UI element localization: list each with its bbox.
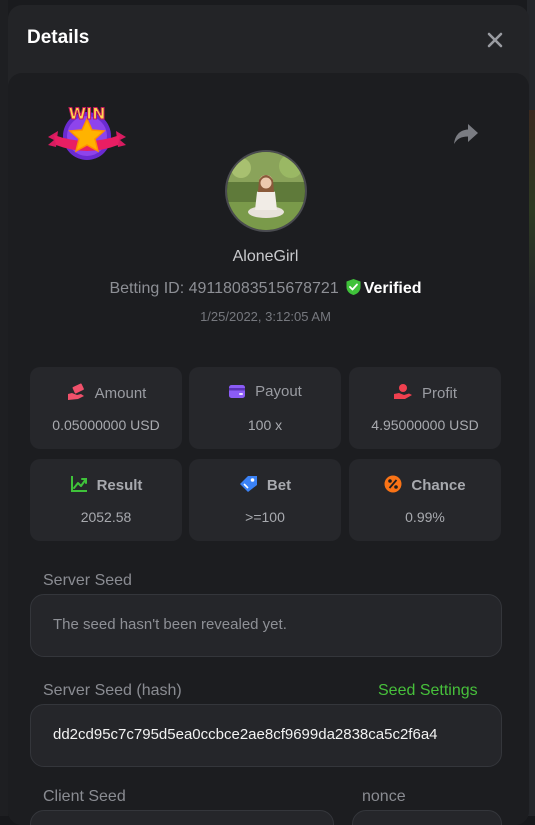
bet-details-panel: WIN AloneGirl Betting ID: 49118083515678… [8, 73, 529, 825]
user-avatar [225, 150, 307, 232]
betting-id-label: Betting ID: [109, 280, 185, 297]
stat-payout-value: 100 x [247, 417, 283, 433]
seed-settings-link[interactable]: Seed Settings [378, 682, 478, 700]
client-seed-field[interactable] [30, 810, 334, 825]
server-seed-field: The seed hasn't been revealed yet. [30, 594, 502, 657]
username: AloneGirl [232, 248, 299, 265]
backdrop-left-edge [0, 0, 8, 816]
stat-bet-label: Bet [266, 477, 292, 494]
betting-id-value: 49118083515678721 [188, 280, 339, 297]
server-seed-hash-label: Server Seed (hash) [43, 682, 182, 699]
stat-amount-label: Amount [94, 385, 147, 402]
percent-icon [384, 475, 402, 493]
client-seed-label: Client Seed [43, 788, 126, 805]
nonce-label: nonce [362, 788, 406, 805]
close-icon[interactable] [484, 29, 506, 51]
stat-card-amount: Amount 0.05000000 USD [30, 367, 182, 449]
stat-profit-value: 4.95000000 USD [371, 417, 479, 433]
stat-result-value: 2052.58 [80, 509, 132, 525]
wallet-icon [229, 385, 246, 398]
server-seed-hash-value: dd2cd95c7c795d5ea0ccbce2ae8cf9699da2838c… [53, 726, 438, 743]
stat-payout-label: Payout [255, 383, 302, 400]
avatar-image [227, 152, 305, 230]
verified-label: Verified [363, 280, 422, 297]
stat-card-profit: Profit 4.95000000 USD [349, 367, 501, 449]
money-hand-icon [67, 383, 84, 400]
server-seed-label: Server Seed [43, 572, 132, 589]
stat-result-label-row: Result [30, 475, 182, 494]
stat-profit-label-row: Profit [349, 383, 501, 402]
share-icon[interactable] [453, 123, 479, 145]
stat-card-bet: Bet >=100 [189, 459, 341, 541]
stat-card-payout: Payout 100 x [189, 367, 341, 449]
stat-card-chance: Chance 0.99% [349, 459, 501, 541]
details-modal: Details WIN AloneGirl Betting ID: 491180… [8, 5, 529, 825]
server-seed-value: The seed hasn't been revealed yet. [53, 616, 287, 633]
betting-id-row: Betting ID: 49118083515678721 Verified [8, 278, 523, 298]
stat-chance-value: 0.99% [405, 509, 445, 525]
ticket-icon [239, 476, 257, 492]
bet-timestamp: 1/25/2022, 3:12:05 AM [200, 309, 331, 324]
stat-chance-label-row: Chance [349, 475, 501, 494]
win-badge-text: WIN [69, 104, 106, 123]
verified-shield-icon [346, 279, 361, 295]
chart-up-icon [70, 476, 87, 492]
stat-payout-label-row: Payout [189, 383, 341, 400]
stat-bet-label-row: Bet [189, 475, 341, 494]
stat-result-label: Result [96, 477, 143, 494]
stat-chance-label: Chance [411, 477, 466, 494]
stat-bet-value: >=100 [245, 509, 285, 525]
server-seed-hash-field[interactable]: dd2cd95c7c795d5ea0ccbce2ae8cf9699da2838c… [30, 704, 502, 767]
stat-profit-label: Profit [421, 385, 457, 402]
win-badge-icon: WIN [48, 104, 126, 160]
stat-amount-value: 0.05000000 USD [52, 417, 160, 433]
modal-title: Details [27, 27, 90, 48]
profit-hand-icon [393, 384, 412, 399]
modal-header: Details [8, 5, 529, 73]
stat-amount-label-row: Amount [30, 383, 182, 402]
stat-card-result: Result 2052.58 [30, 459, 182, 541]
nonce-field[interactable] [352, 810, 502, 825]
